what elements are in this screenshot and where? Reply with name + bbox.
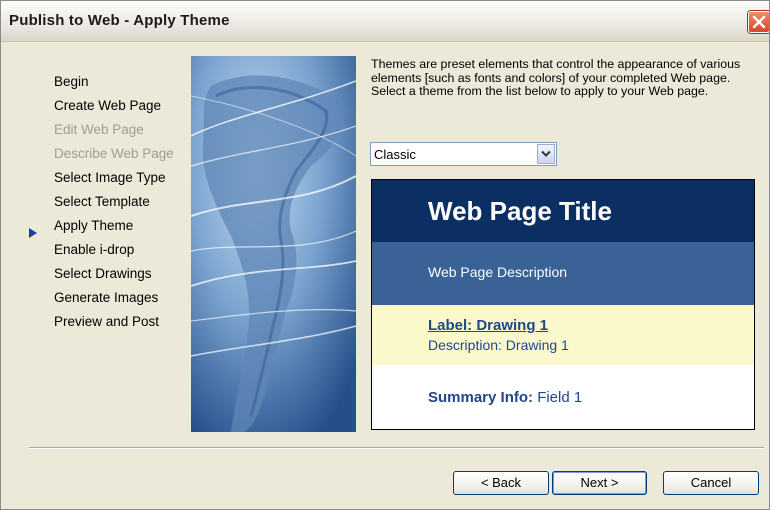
next-button[interactable]: Next > [552,471,647,495]
preview-summary-value: Field 1 [537,389,583,406]
step-enable-i-drop: Enable i-drop [54,242,135,257]
step-edit-web-page: Edit Web Page [54,122,144,137]
step-select-drawings: Select Drawings [54,266,152,281]
window-title: Publish to Web - Apply Theme [9,12,230,29]
preview-label-link: Label: Drawing 1 [428,317,549,334]
preview-drawing-description: Description: Drawing 1 [428,337,569,353]
publish-to-web-dialog: Publish to Web - Apply Theme Begin Creat… [0,0,770,510]
theme-select-dropdown-button[interactable] [537,144,555,164]
preview-description: Web Page Description [428,264,568,280]
preview-summary-label: Summary Info: [428,389,534,406]
separator [29,447,764,449]
theme-select-value: Classic [374,147,416,162]
step-begin: Begin [54,74,89,89]
theme-select[interactable]: Classic [370,142,557,166]
close-icon [752,15,766,29]
step-create-web-page: Create Web Page [54,98,162,113]
close-button[interactable] [748,11,769,33]
preview-label-band: Label: Drawing 1 Description: Drawing 1 [372,305,754,365]
chevron-down-icon [541,150,551,157]
preview-description-band: Web Page Description [372,242,754,305]
cancel-button[interactable]: Cancel [663,471,759,495]
step-select-template: Select Template [54,194,150,209]
step-select-image-type: Select Image Type [54,170,166,185]
triangle-right-icon [29,228,37,238]
step-preview-and-post: Preview and Post [54,314,160,329]
step-describe-web-page: Describe Web Page [54,146,174,161]
back-button[interactable]: < Back [453,471,549,495]
title-bar[interactable]: Publish to Web - Apply Theme [1,1,769,42]
globe-image [191,56,356,432]
theme-description: Themes are preset elements that control … [371,57,741,98]
step-apply-theme: Apply Theme [54,218,134,233]
theme-preview: Web Page Title Web Page Description Labe… [371,179,755,430]
preview-summary: Summary Info: Field 1 [428,389,582,406]
step-generate-images: Generate Images [54,290,159,305]
preview-title: Web Page Title [428,196,612,226]
preview-title-band: Web Page Title [372,180,754,242]
